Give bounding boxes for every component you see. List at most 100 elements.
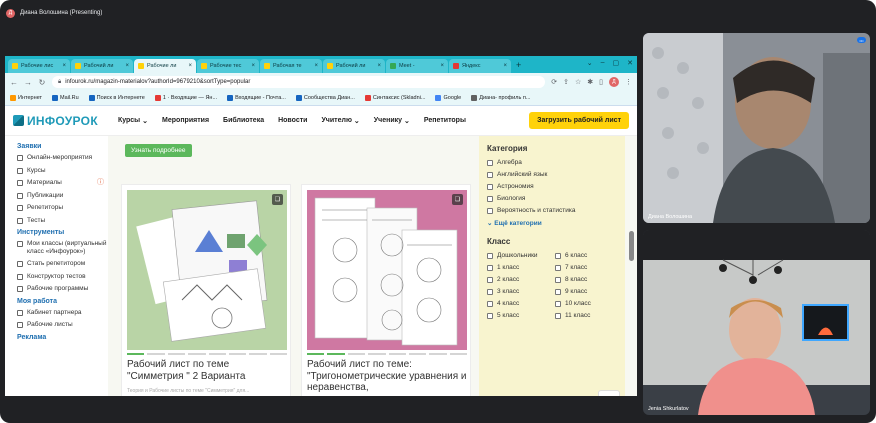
participant-tile[interactable]: Jenia Shkurlatov xyxy=(643,230,870,415)
scroll-top-button[interactable]: ↑ xyxy=(598,390,620,396)
bookmark-icon[interactable]: ❏ xyxy=(452,194,463,205)
checkbox[interactable] xyxy=(487,252,493,259)
star-icon[interactable]: ☆ xyxy=(575,78,581,86)
checkbox[interactable] xyxy=(487,288,493,295)
back-icon[interactable]: ← xyxy=(10,78,18,87)
close-icon[interactable]: ✕ xyxy=(627,59,633,67)
category-filter-item[interactable]: Вероятность и статистика xyxy=(487,207,617,214)
category-filter-item[interactable]: Биология xyxy=(487,195,617,202)
chevron-down-icon[interactable]: ⌄ xyxy=(587,59,593,67)
class-filter-item[interactable]: 8 класс xyxy=(555,276,615,283)
minimize-icon[interactable]: – xyxy=(601,59,605,67)
share-icon[interactable]: ⇪ xyxy=(563,78,569,86)
sidebar-item[interactable]: Тесты xyxy=(17,217,108,225)
browser-tab[interactable]: Meet - × xyxy=(386,59,448,73)
maximize-icon[interactable]: ▢ xyxy=(613,59,620,67)
card-title[interactable]: Рабочий лист по теме: "Тригонометрически… xyxy=(307,359,467,394)
sidebar-item[interactable]: Курсы xyxy=(17,167,108,175)
checkbox[interactable] xyxy=(487,300,493,307)
bookmark-item[interactable]: Синтаксис (Skladni... xyxy=(364,95,425,101)
class-filter-item[interactable]: 2 класс xyxy=(487,276,555,283)
close-icon[interactable]: × xyxy=(440,63,444,69)
bookmark-item[interactable]: Google xyxy=(435,95,461,101)
reload-icon[interactable]: ↻ xyxy=(38,78,46,87)
sidebar-item[interactable]: Публикации xyxy=(17,192,108,200)
sidebar-item[interactable]: Онлайн-мероприятия xyxy=(17,154,108,162)
sidebar-item[interactable]: Кабинет партнера xyxy=(17,309,108,317)
class-filter-item[interactable]: Дошкольники xyxy=(487,252,555,259)
nav-events[interactable]: Мероприятия xyxy=(162,117,209,125)
category-filter-item[interactable]: Английский язык xyxy=(487,171,617,178)
checkbox[interactable] xyxy=(487,171,493,178)
bookmark-item[interactable]: Сообщества Диан... xyxy=(295,95,355,101)
sidebar-item[interactable]: Рабочие листы xyxy=(17,321,108,329)
nav-courses[interactable]: Курсы ⌄ xyxy=(118,117,148,125)
nav-student[interactable]: Ученику ⌄ xyxy=(374,117,410,125)
browser-tab[interactable]: Рабочие ли × xyxy=(134,59,196,73)
bookmark-item[interactable]: Диана- профиль п... xyxy=(471,95,530,101)
worksheet-card[interactable]: ❏ Рабочий лист по теме "Симметрия " 2 Ва… xyxy=(121,184,291,396)
close-icon[interactable]: × xyxy=(62,63,66,69)
class-filter-item[interactable]: 1 класс xyxy=(487,264,555,271)
class-filter-item[interactable]: 9 класс xyxy=(555,288,615,295)
class-filter-item[interactable]: 4 класс xyxy=(487,300,555,307)
sidebar-item[interactable]: Конструктор тестов xyxy=(17,273,108,281)
worksheet-card[interactable]: ❏ Рабочий лист по теме: "Тригонометричес… xyxy=(301,184,471,396)
page-scrollbar[interactable] xyxy=(629,231,634,261)
class-filter-item[interactable]: 5 класс xyxy=(487,312,555,319)
checkbox[interactable] xyxy=(487,276,493,283)
sidebar-item[interactable]: Мои классы (виртуальный класс «Инфоурок»… xyxy=(17,240,108,255)
bookmark-item[interactable]: Mail.Ru xyxy=(52,95,79,101)
checkbox[interactable] xyxy=(555,276,561,283)
browser-tab[interactable]: Рабочие тес × xyxy=(197,59,259,73)
extensions-icon[interactable]: ✱ xyxy=(587,78,593,86)
bookmark-item[interactable]: Интернет xyxy=(10,95,42,101)
forward-icon[interactable]: → xyxy=(24,78,32,87)
browser-tab[interactable]: Рабочий ли × xyxy=(323,59,385,73)
browser-tab[interactable]: Рабочая те × xyxy=(260,59,322,73)
close-icon[interactable]: × xyxy=(377,63,381,69)
class-filter-item[interactable]: 11 класс xyxy=(555,312,615,319)
participant-tile[interactable]: ••• Диана Волошина xyxy=(643,33,870,223)
url-field[interactable]: 🔒︎ infourok.ru/magazin-materialov?author… xyxy=(52,76,546,88)
bookmark-item[interactable]: 1 · Входящие — Ян... xyxy=(154,95,217,101)
checkbox[interactable] xyxy=(487,264,493,271)
sidebar-item[interactable]: Стать репетитором xyxy=(17,260,108,268)
class-filter-item[interactable]: 3 класс xyxy=(487,288,555,295)
checkbox[interactable] xyxy=(487,183,493,190)
sidebar-item[interactable]: Рабочие программы xyxy=(17,285,108,293)
checkbox[interactable] xyxy=(555,252,561,259)
checkbox[interactable] xyxy=(487,207,493,214)
profile-avatar[interactable]: Д xyxy=(609,77,619,87)
checkbox[interactable] xyxy=(555,264,561,271)
checkbox[interactable] xyxy=(487,312,493,319)
sidebar-icon[interactable]: ▯ xyxy=(599,78,603,86)
nav-tutors[interactable]: Репетиторы xyxy=(424,117,466,125)
close-icon[interactable]: × xyxy=(251,63,255,69)
close-icon[interactable]: × xyxy=(125,63,129,69)
sidebar-item[interactable]: Материалы ⓘ xyxy=(17,179,108,187)
more-categories-link[interactable]: ⌄ Ещё категории xyxy=(487,219,617,227)
learn-more-button[interactable]: Узнать подробнее xyxy=(125,144,192,157)
sidebar-item[interactable]: Репетиторы xyxy=(17,204,108,212)
nav-news[interactable]: Новости xyxy=(278,117,307,125)
card-title[interactable]: Рабочий лист по теме "Симметрия " 2 Вари… xyxy=(127,359,287,382)
bookmark-item[interactable]: Поиск в Интернете xyxy=(88,95,145,101)
nav-library[interactable]: Библиотека xyxy=(223,117,264,125)
bookmark-icon[interactable]: ❏ xyxy=(272,194,283,205)
bookmark-item[interactable]: Входящие - Почта... xyxy=(227,95,286,101)
infourok-logo[interactable]: ИНФОУРОК xyxy=(13,114,98,128)
checkbox[interactable] xyxy=(487,195,493,202)
category-filter-item[interactable]: Алгебра xyxy=(487,159,617,166)
checkbox[interactable] xyxy=(555,288,561,295)
checkbox[interactable] xyxy=(487,159,493,166)
class-filter-item[interactable]: 6 класс xyxy=(555,252,615,259)
class-filter-item[interactable]: 10 класс xyxy=(555,300,615,307)
translate-icon[interactable]: ⟳ xyxy=(551,78,557,86)
browser-tab[interactable]: Рабочие лис × xyxy=(8,59,70,73)
upload-worksheet-button[interactable]: Загрузить рабочий лист xyxy=(529,112,629,129)
close-icon[interactable]: × xyxy=(188,63,192,69)
close-icon[interactable]: × xyxy=(503,63,507,69)
class-filter-item[interactable]: 7 класс xyxy=(555,264,615,271)
new-tab-button[interactable]: + xyxy=(516,60,521,70)
